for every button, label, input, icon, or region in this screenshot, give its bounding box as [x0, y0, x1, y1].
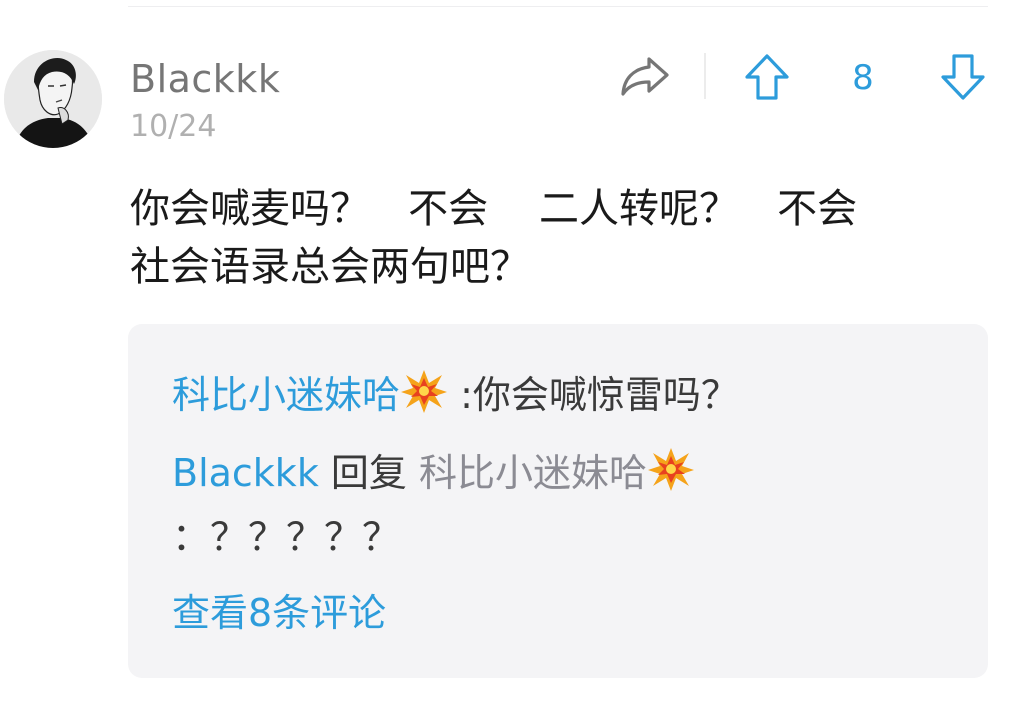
comment-line: 你会喊麦吗？ 不会 二人转呢？ 不会: [130, 186, 858, 232]
collision-emoji-icon: [400, 368, 448, 414]
downvote-button[interactable]: [938, 52, 988, 102]
comment-line: 社会语录总会两句吧？: [130, 244, 530, 290]
replies-panel: 科比小迷妹哈 :你会喊惊雷吗？ Blackkk 回复 科比小迷妹哈 ：？？？？？…: [128, 324, 988, 678]
reply-text-continuation: ：？？？？？: [172, 515, 401, 559]
collision-emoji-icon: [647, 446, 695, 492]
reply-author[interactable]: 科比小迷妹哈: [172, 373, 400, 417]
share-button[interactable]: [618, 52, 672, 100]
action-separator: [704, 53, 706, 99]
upvote-button[interactable]: [742, 52, 792, 102]
vote-count: 8: [852, 58, 874, 98]
username[interactable]: Blackkk: [130, 56, 280, 102]
view-all-comments-link[interactable]: 查看8条评论: [172, 588, 386, 638]
reply-mention[interactable]: 科比小迷妹哈: [419, 451, 647, 495]
reply-separator: :: [448, 373, 473, 417]
reply-item[interactable]: Blackkk 回复 科比小迷妹哈: [172, 446, 695, 498]
avatar[interactable]: [4, 50, 102, 148]
share-icon: [618, 57, 672, 104]
upvote-icon: [742, 54, 792, 106]
reply-item[interactable]: 科比小迷妹哈 :你会喊惊雷吗？: [172, 368, 739, 420]
downvote-icon: [938, 54, 988, 106]
comment-body: 你会喊麦吗？ 不会 二人转呢？ 不会 社会语录总会两句吧？: [130, 180, 960, 296]
reply-word: 回复: [318, 451, 419, 495]
top-divider: [128, 6, 988, 7]
reply-author[interactable]: Blackkk: [172, 451, 319, 495]
comment-date: 10/24: [130, 109, 217, 144]
reply-text: 你会喊惊雷吗？: [472, 373, 739, 417]
